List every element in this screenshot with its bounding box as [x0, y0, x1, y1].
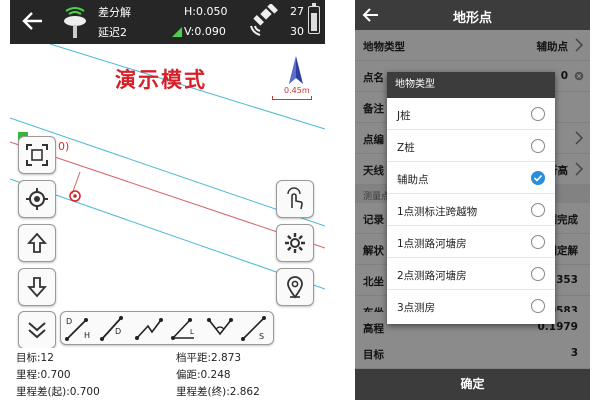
option-label: J桩 — [397, 110, 411, 122]
status-bar: 差分解 延迟2 H:0.050 V:0.090 27 30 — [10, 0, 325, 44]
settings-button[interactable] — [276, 224, 314, 262]
svg-text:D: D — [66, 317, 72, 326]
fullscreen-icon — [26, 144, 48, 166]
option-1pt-road[interactable]: 1点测路河塘房 — [387, 226, 555, 258]
scale-label: 0.45m — [284, 86, 310, 95]
option-3pt-house[interactable]: 3点测房 — [387, 290, 555, 322]
option-label: 1点测标注跨越物 — [397, 206, 478, 218]
touch-button[interactable] — [276, 180, 314, 218]
option-j-stake[interactable]: J桩 — [387, 98, 555, 130]
feature-type-dialog: 地物类型 J桩 Z桩 辅助点 1点测标注跨越物 1点测路河塘房 2点测路河塘房 … — [387, 72, 555, 324]
option-label: 3点测房 — [397, 302, 436, 314]
polyline-tool-icon[interactable] — [134, 314, 164, 342]
option-label: 1点测路河塘房 — [397, 238, 467, 250]
arrow-down-icon — [26, 277, 48, 298]
page-title: 地形点 — [452, 11, 492, 26]
radio-checked-icon — [531, 171, 545, 185]
collapse-button[interactable] — [18, 311, 56, 349]
mileage-diff-end-text: 里程差(终):2.862 — [176, 386, 260, 398]
offset-text: 偏距:0.248 — [176, 369, 231, 381]
double-chevron-down-icon — [28, 322, 46, 339]
move-up-button[interactable] — [18, 224, 56, 262]
scale-bar: 0.45m — [272, 86, 314, 100]
radio-icon — [531, 235, 545, 249]
angle-line-tool-icon[interactable]: L — [170, 314, 200, 342]
terrain-point-screen: 地形点 地物类型 辅助点 点名 0 备注 点编 天线 行高 测量点 记录 测完成… — [355, 0, 590, 400]
svg-text:S: S — [259, 332, 264, 341]
touch-hand-icon — [287, 187, 303, 210]
radio-icon — [531, 299, 545, 313]
target-icon — [26, 188, 48, 210]
confirm-button[interactable]: 确定 — [355, 369, 590, 400]
fullscreen-button[interactable] — [18, 136, 56, 174]
radio-icon — [531, 107, 545, 121]
battery-icon — [308, 3, 320, 34]
map-canvas[interactable]: 0) 演示模式 0.45m D H D L S — [10, 44, 325, 349]
arrow-up-icon — [26, 232, 48, 253]
svg-text:D: D — [115, 327, 121, 336]
svg-text:L: L — [190, 328, 194, 336]
point-label: 0) — [58, 140, 70, 153]
option-z-stake[interactable]: Z桩 — [387, 130, 555, 162]
option-label: 辅助点 — [397, 174, 429, 186]
area-tool-icon[interactable]: S — [240, 314, 270, 342]
offset-horiz-text: 档平距:2.873 — [176, 352, 242, 364]
latency-text: 延迟2 — [98, 26, 127, 39]
location-pin-button[interactable] — [276, 268, 314, 306]
option-auxiliary-point[interactable]: 辅助点 — [387, 162, 555, 194]
radio-icon — [531, 267, 545, 281]
locate-button[interactable] — [18, 180, 56, 218]
dialog-title: 地物类型 — [387, 72, 555, 98]
mileage-diff-start-text: 里程差(起):0.700 — [16, 386, 100, 398]
gear-icon — [285, 233, 305, 253]
sats-used: 27 — [290, 5, 304, 18]
location-pin-icon — [287, 276, 303, 299]
mileage-text: 里程:0.700 — [16, 369, 71, 381]
distance-tool-icon[interactable]: D — [99, 314, 129, 342]
radio-icon — [531, 203, 545, 217]
gnss-receiver-icon — [64, 7, 86, 38]
header-bar: 地形点 — [355, 0, 590, 30]
signal-icon — [172, 27, 182, 37]
option-label: Z桩 — [397, 142, 415, 154]
svg-text:H: H — [84, 331, 90, 340]
v-precision: V:0.090 — [184, 25, 226, 38]
demo-mode-text: 演示模式 — [115, 68, 207, 92]
target-text: 目标:12 — [16, 352, 54, 364]
move-down-button[interactable] — [18, 268, 56, 306]
back-arrow-icon[interactable] — [18, 6, 48, 36]
radio-icon — [531, 139, 545, 153]
drawing-toolbar: DH D L S — [60, 311, 274, 345]
satellite-icon — [250, 4, 278, 36]
option-crossing[interactable]: 1点测标注跨越物 — [387, 194, 555, 226]
distance-height-tool-icon[interactable]: DH — [64, 314, 94, 342]
angle-tool-icon[interactable] — [205, 314, 235, 342]
h-precision: H:0.050 — [184, 5, 228, 18]
option-label: 2点测路河塘房 — [397, 270, 467, 282]
stakeout-info: 目标:12 档平距:2.873 里程:0.700 偏距:0.248 里程差(起)… — [10, 348, 325, 400]
option-2pt-road[interactable]: 2点测路河塘房 — [387, 258, 555, 290]
solution-status: 差分解 — [98, 6, 131, 19]
sats-visible: 30 — [290, 25, 304, 38]
map-screen: 差分解 延迟2 H:0.050 V:0.090 27 30 0) 演示模式 0.… — [10, 0, 325, 400]
